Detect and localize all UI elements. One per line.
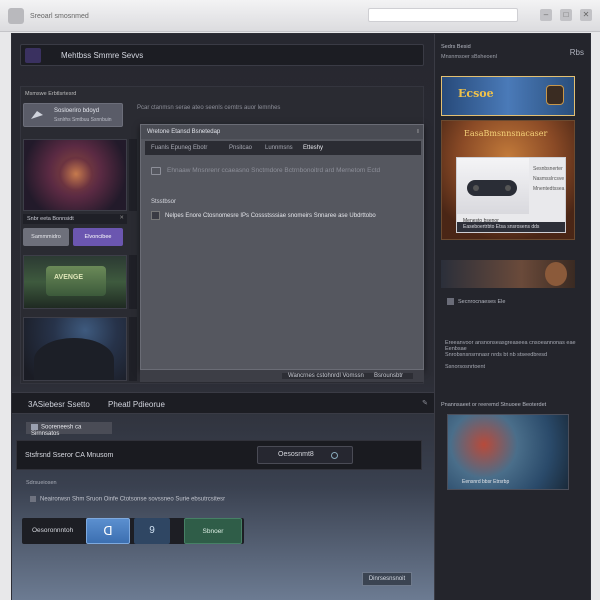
sidebar-tag-text: Secnrocnaeses Ele — [458, 298, 506, 305]
option-checkbox[interactable] — [30, 496, 36, 502]
dialog-tab-1[interactable]: Fuanls Epuneg Ebotr — [151, 145, 207, 151]
dialog-description: Ehnaaw Mnsnrenr ccaeasno Snctmdore Bctrn… — [167, 167, 381, 174]
dialog-footer: Wancrnes cstohnrdl Vomssnnrrsn Bsrounsbt… — [140, 370, 424, 382]
game-art — [34, 338, 114, 380]
scroll-strip — [129, 139, 137, 211]
game-art — [46, 266, 106, 296]
card-line: Sesnbsnerter — [533, 166, 563, 172]
controller-card[interactable]: Sesnbsnerter Nasmsslrcsve Mnentedtssea M… — [456, 157, 566, 233]
dialog-tab-2[interactable]: Pnsitcao — [229, 145, 252, 151]
dialog-tabs: Fuanls Epuneg Ebotr Pnsitcao Lunnmsns Et… — [145, 141, 421, 155]
action-label: Oesoronnntoh — [32, 527, 74, 534]
info-icon — [151, 167, 161, 175]
library-primary-button[interactable]: Sosloeriro bdoyd Ssnlrhs Smtbuu Ssnnbuin — [23, 103, 123, 127]
option-label: Nelpes Enore Ctosnomesre IPs Cossstsssia… — [165, 213, 376, 219]
corner-button[interactable]: Dinrsesnsnoit — [362, 572, 412, 586]
game-title-art: AVENGE — [54, 274, 84, 281]
close-icon[interactable]: ✕ — [119, 215, 124, 221]
card-footer[interactable]: Easeboertrbto Etsa snsrosens dds — [457, 222, 565, 232]
library-heading: Msmswe Erbtlsrtesrd — [25, 91, 77, 97]
game-thumbnail[interactable]: AVENGE — [23, 255, 127, 309]
sidebar-heading: Sedrs Besid — [441, 44, 471, 50]
dialog-tab-3[interactable]: Lunnmsns — [265, 145, 293, 151]
filter-tab-label: Snbr eeta Bonnsidt — [27, 216, 74, 222]
section-note: Sdrsueiosen — [26, 480, 57, 486]
section-option: Neairorwsn Shm Sruon Oinfe Ctotsonse sov… — [30, 496, 225, 503]
settings-dropdown[interactable]: Oesosnmt8 — [257, 446, 353, 464]
status-dot-icon — [331, 452, 338, 459]
filter-button-row: Sammmidro Elvoncibee — [23, 228, 127, 246]
card-line: Nasmsslrcsve — [533, 176, 565, 182]
settings-row-label: Stsfrsnd Sseror CA Mnusom — [25, 452, 114, 459]
edit-icon[interactable]: ✎ — [422, 399, 428, 407]
scroll-strip — [129, 317, 137, 381]
section-header: 3ASiebesr Ssetto Pheatl Pdieorue ✎ — [12, 392, 434, 414]
primary-button-line1: Sosloeriro bdoyd — [54, 108, 100, 114]
game-icon — [546, 85, 564, 105]
section-title-right[interactable]: Pheatl Pdieorue — [108, 400, 165, 409]
dialog-tab-4[interactable]: Etteshy — [303, 145, 323, 151]
promo-banner[interactable]: EasaBmsnnsnacaser Sesnbsnerter Nasmsslrc… — [441, 120, 575, 240]
game-thumbnail[interactable] — [23, 317, 127, 381]
title-bar: Sreoarl smosnmed – □ ✕ — [0, 0, 600, 32]
card-line: Mnentedtssea — [533, 186, 565, 192]
screenshot-caption: Eensnrd bbsr Etrsrbp — [462, 479, 510, 485]
section-title-left[interactable]: 3ASiebesr Ssetto — [28, 400, 90, 409]
card-image — [457, 158, 529, 214]
search-input[interactable] — [368, 8, 518, 22]
settings-dialog: Wretone Etansd Bsnetedap ı Fuanls Epuneg… — [140, 124, 424, 370]
main-area: Mehtbss Smmre Sevvs Msmswe Erbtlsrtesrd … — [12, 34, 434, 600]
option-checkbox[interactable] — [151, 211, 160, 220]
game-art — [56, 156, 96, 192]
game-thumbnail[interactable] — [23, 139, 127, 211]
app-window: Mehtbss Smmre Sevvs Msmswe Erbtlsrtesrd … — [12, 34, 590, 600]
app-icon — [25, 48, 41, 63]
sidebar-subheading: Mnsnmsoer sBsheoenl — [441, 54, 497, 60]
right-sidebar: Sedrs Besid Mnsnmsoer sBsheoenl Rbs Ecso… — [434, 34, 590, 600]
minimize-icon[interactable]: – — [540, 9, 552, 21]
sidebar-badge: Rbs — [569, 48, 584, 57]
sidebar-paragraph: Ssnorsosnrtoent — [445, 364, 486, 370]
dropdown-value: Oesosnmt8 — [278, 451, 314, 458]
filter-tab[interactable]: Snbr eeta Bonnsidt ✕ — [23, 214, 127, 224]
primary-button-line2: Ssnlrhs Smtbuu Ssnnbuin — [54, 117, 112, 123]
sidebar-section-heading: Pnannsaeet or reeremd Stnuoee Beoterdet — [441, 402, 547, 408]
section-label-text: Sooreneesh ca Sirnnsatos — [31, 424, 82, 437]
close-icon[interactable]: ✕ — [580, 9, 592, 21]
tag-icon — [447, 298, 454, 305]
screenshot-thumbnail[interactable]: Eensnrd bbsr Etrsrbp — [447, 414, 569, 490]
sidebar-tag: Secnrocnaeses Ele — [447, 298, 505, 305]
page-title: Mehtbss Smmre Sevvs — [61, 51, 144, 60]
filter-button-2[interactable]: Elvoncibee — [73, 228, 123, 246]
folder-icon — [31, 424, 38, 430]
character-art — [545, 262, 567, 286]
character-banner[interactable] — [441, 260, 575, 288]
window-title: Sreoarl smosnmed — [30, 13, 89, 20]
sidebar-paragraph: Snrobsnsnsrnnasr nrds bt nb stseedbresd — [445, 352, 548, 358]
banner-title: Ecsoe — [458, 87, 494, 100]
primary-action-button[interactable]: ᗡ — [86, 518, 130, 544]
confirm-button[interactable]: Sbnoer — [184, 518, 242, 544]
filter-button-1[interactable]: Sammmidro — [23, 228, 69, 246]
promo-title: EasaBmsnnsnacaser — [464, 129, 548, 138]
secondary-action-button[interactable]: 9 — [134, 518, 170, 544]
gamepad-icon — [467, 180, 517, 196]
maximize-icon[interactable]: □ — [560, 9, 572, 21]
featured-banner[interactable]: Ecsoe — [441, 76, 575, 116]
section-option-text: Neairorwsn Shm Sruon Oinfe Ctotsonse sov… — [40, 496, 226, 503]
section-label: Sooreneesh ca Sirnnsatos — [26, 422, 112, 437]
dialog-section-label: Stsstbsor — [151, 199, 177, 205]
sidebar-paragraph: Ereeanvoor ansnonseasgreaseea cnsoeannon… — [445, 340, 576, 352]
app-logo-icon — [8, 8, 24, 24]
dialog-footer-button-2[interactable]: Bsrounsbtr — [364, 373, 414, 379]
scroll-strip — [129, 255, 137, 309]
dialog-close-icon[interactable]: ı — [417, 128, 419, 135]
library-subtitle: Pcar ctanmsn serae ateo seenls cemtrs au… — [137, 105, 281, 111]
action-bar: Oesoronnntoh ᗡ 9 Sbnoer — [22, 518, 244, 544]
main-header: Mehtbss Smmre Sevvs — [20, 44, 424, 66]
wing-icon — [31, 111, 43, 119]
dialog-title: Wretone Etansd Bsnetedap — [141, 125, 423, 139]
settings-row: Stsfrsnd Sseror CA Mnusom Oesosnmt8 — [16, 440, 422, 470]
